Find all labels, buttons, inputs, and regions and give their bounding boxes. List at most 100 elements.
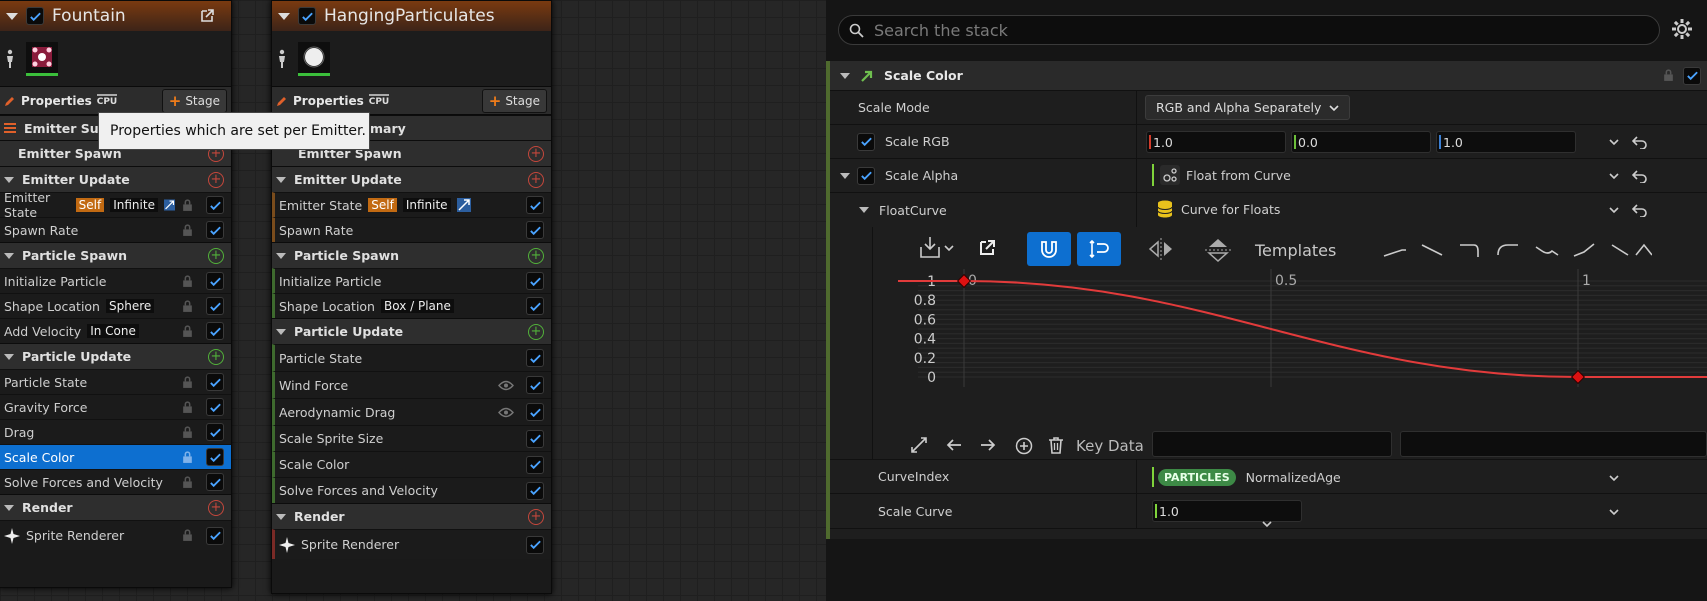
arrow-left-icon[interactable] bbox=[946, 438, 962, 452]
chevron-down-icon[interactable] bbox=[1608, 136, 1620, 148]
collapse-triangle-icon[interactable] bbox=[840, 172, 850, 179]
scale-mode-dropdown[interactable]: RGB and Alpha Separately bbox=[1145, 95, 1351, 120]
chevron-down-icon[interactable] bbox=[1608, 472, 1620, 484]
module-emitter-state[interactable]: Emitter State Self Infinite bbox=[272, 192, 551, 217]
search-input[interactable]: Search the stack bbox=[838, 15, 1660, 45]
key-value-field[interactable] bbox=[1400, 431, 1707, 457]
collapse-triangle-icon[interactable] bbox=[4, 176, 14, 183]
enable-checkbox[interactable] bbox=[26, 7, 44, 25]
module-scale-sprite-size[interactable]: Scale Sprite Size bbox=[272, 425, 551, 451]
module-enable-checkbox[interactable] bbox=[206, 473, 224, 491]
module-enable-checkbox[interactable] bbox=[206, 373, 224, 391]
lock-icon[interactable] bbox=[181, 450, 194, 464]
curve-templates[interactable] bbox=[1382, 241, 1652, 259]
expand-more-icon[interactable] bbox=[1261, 518, 1273, 530]
module-enable-checkbox[interactable] bbox=[526, 455, 544, 474]
open-external-icon[interactable] bbox=[978, 239, 996, 257]
collapse-triangle-icon[interactable] bbox=[6, 12, 18, 20]
module-shape-location[interactable]: Shape Location Sphere bbox=[0, 293, 231, 318]
emitter-node-fountain[interactable]: Fountain Properties CPU + Stage Emitter S… bbox=[0, 0, 232, 588]
add-module-icon[interactable]: + bbox=[528, 171, 544, 188]
chevron-down-icon[interactable] bbox=[1608, 170, 1620, 182]
section-particle-spawn[interactable]: Particle Spawn + bbox=[272, 242, 551, 268]
module-particle-state[interactable]: Particle State bbox=[272, 344, 551, 371]
properties-label[interactable]: Properties bbox=[21, 94, 92, 108]
scale-rgb-r-field[interactable]: 1.0 bbox=[1146, 131, 1286, 153]
reset-arrow-icon[interactable] bbox=[1632, 135, 1648, 149]
add-module-icon[interactable]: + bbox=[208, 499, 224, 516]
open-external-icon[interactable] bbox=[199, 8, 215, 24]
module-enable-checkbox[interactable] bbox=[526, 221, 544, 239]
scale-rgb-b-field[interactable]: 1.0 bbox=[1436, 131, 1576, 153]
add-module-icon[interactable]: + bbox=[528, 323, 544, 340]
add-stage-button[interactable]: + Stage bbox=[481, 88, 547, 113]
module-spawn-rate[interactable]: Spawn Rate bbox=[0, 217, 231, 242]
reset-arrow-icon[interactable] bbox=[1632, 203, 1648, 217]
lock-icon[interactable] bbox=[181, 299, 194, 313]
lock-icon[interactable] bbox=[181, 400, 194, 414]
add-module-icon[interactable]: + bbox=[528, 247, 544, 264]
import-curve-icon[interactable] bbox=[917, 235, 943, 261]
module-enable-checkbox[interactable] bbox=[526, 349, 544, 367]
section-render[interactable]: Render + bbox=[272, 503, 551, 529]
delete-key-icon[interactable] bbox=[1048, 436, 1064, 454]
properties-bar[interactable]: Properties CPU + Stage bbox=[272, 87, 551, 115]
flip-vertical-icon[interactable] bbox=[1205, 238, 1231, 262]
gear-icon[interactable] bbox=[1671, 18, 1693, 40]
add-module-icon[interactable]: + bbox=[208, 171, 224, 188]
module-add-velocity[interactable]: Add Velocity In Cone bbox=[0, 318, 231, 343]
snap-value-button[interactable] bbox=[1077, 232, 1121, 266]
curve-index-binding[interactable]: PARTICLES NormalizedAge bbox=[1152, 467, 1341, 487]
lock-icon[interactable] bbox=[181, 425, 194, 439]
lock-icon[interactable] bbox=[181, 324, 194, 338]
add-stage-button[interactable]: + Stage bbox=[161, 88, 227, 113]
module-shape-location[interactable]: Shape Location Box / Plane bbox=[272, 293, 551, 318]
module-enable-checkbox[interactable] bbox=[206, 297, 224, 315]
node-header[interactable]: HangingParticulates bbox=[272, 1, 551, 31]
module-sprite-renderer[interactable]: Sprite Renderer bbox=[0, 520, 231, 550]
collapse-triangle-icon[interactable] bbox=[840, 72, 850, 79]
scale-alpha-checkbox[interactable] bbox=[857, 166, 875, 185]
module-solve-forces[interactable]: Solve Forces and Velocity bbox=[272, 477, 551, 503]
collapse-triangle-icon[interactable] bbox=[276, 252, 286, 259]
lock-icon[interactable] bbox=[181, 529, 194, 542]
module-enable-checkbox[interactable] bbox=[206, 221, 224, 239]
module-solve-forces[interactable]: Solve Forces and Velocity bbox=[0, 469, 231, 494]
module-enable-checkbox[interactable] bbox=[526, 481, 544, 500]
module-enable-checkbox[interactable] bbox=[206, 322, 224, 340]
lock-icon[interactable] bbox=[181, 475, 194, 489]
module-initialize-particle[interactable]: Initialize Particle bbox=[0, 268, 231, 293]
collapse-triangle-icon[interactable] bbox=[276, 328, 286, 335]
collapse-triangle-icon[interactable] bbox=[4, 353, 14, 360]
collapse-triangle-icon[interactable] bbox=[859, 207, 869, 213]
module-drag[interactable]: Drag bbox=[0, 419, 231, 444]
add-module-icon[interactable]: + bbox=[528, 145, 544, 162]
snap-time-button[interactable] bbox=[1027, 232, 1071, 266]
chevron-down-icon[interactable] bbox=[1608, 204, 1620, 216]
scale-rgb-g-field[interactable]: 0.0 bbox=[1291, 131, 1431, 153]
module-enable-checkbox[interactable] bbox=[526, 297, 544, 315]
module-wind-force[interactable]: Wind Force bbox=[272, 371, 551, 398]
scale-curve-field[interactable]: 1.0 bbox=[1152, 500, 1302, 522]
lock-icon[interactable] bbox=[181, 198, 194, 212]
add-module-icon[interactable]: + bbox=[528, 508, 544, 525]
module-enable-checkbox[interactable] bbox=[526, 403, 544, 421]
properties-bar[interactable]: Properties CPU + Stage bbox=[0, 87, 231, 115]
module-enable-checkbox[interactable] bbox=[526, 535, 544, 554]
scale-alpha-input[interactable]: Float from Curve bbox=[1152, 164, 1291, 186]
add-module-icon[interactable]: + bbox=[208, 348, 224, 365]
lock-icon[interactable] bbox=[1662, 69, 1675, 82]
collapse-triangle-icon[interactable] bbox=[4, 504, 14, 511]
eye-icon[interactable] bbox=[498, 406, 514, 419]
module-enable-checkbox[interactable] bbox=[206, 196, 224, 214]
float-curve-graph[interactable]: 0 0.5 110.80.60.40.20 bbox=[898, 269, 1707, 419]
module-gravity-force[interactable]: Gravity Force bbox=[0, 394, 231, 419]
section-render[interactable]: Render + bbox=[0, 494, 231, 520]
lock-icon[interactable] bbox=[181, 375, 194, 389]
emitter-thumbnail[interactable] bbox=[26, 41, 58, 76]
section-particle-update[interactable]: Particle Update + bbox=[272, 318, 551, 344]
lock-icon[interactable] bbox=[181, 223, 194, 237]
module-particle-state[interactable]: Particle State bbox=[0, 369, 231, 394]
module-header-scale-color[interactable]: Scale Color bbox=[830, 61, 1707, 91]
module-enable-checkbox[interactable] bbox=[206, 423, 224, 441]
